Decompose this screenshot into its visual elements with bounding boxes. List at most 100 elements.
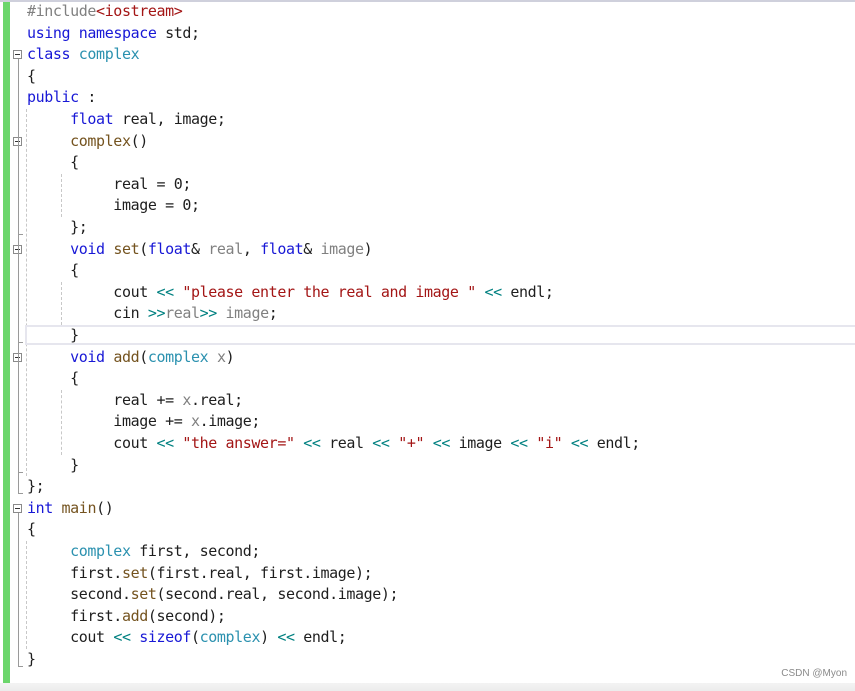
code-token: x xyxy=(182,390,191,409)
code-token: } xyxy=(27,455,79,474)
code-token: & xyxy=(303,239,321,258)
code-token: first. xyxy=(27,606,122,625)
code-token: image xyxy=(225,304,270,323)
code-token: cout xyxy=(27,282,157,301)
code-token: int xyxy=(27,498,53,517)
code-token: complex xyxy=(78,45,140,64)
code-line[interactable]: cout << "the answer=" << real << "+" << … xyxy=(27,433,640,455)
fold-range-end xyxy=(18,493,23,495)
code-token: real += xyxy=(27,390,183,409)
code-token: << xyxy=(156,434,174,452)
code-line[interactable]: int main() xyxy=(27,498,114,520)
code-token: , xyxy=(242,239,261,258)
watermark: CSDN @Myon⁠ xyxy=(781,668,847,679)
code-token: << xyxy=(277,628,295,647)
code-token: main xyxy=(61,498,97,517)
code-line[interactable]: real = 0; xyxy=(27,174,191,196)
code-line[interactable]: using namespace std; xyxy=(27,23,200,45)
code-token: ) xyxy=(260,628,278,647)
code-token: ) xyxy=(363,239,373,258)
code-token: real xyxy=(320,434,373,452)
code-line[interactable]: complex() xyxy=(27,131,148,153)
code-line[interactable]: #include<iostream> xyxy=(27,1,183,23)
code-line[interactable]: cout << sizeof(complex) << endl; xyxy=(27,627,347,649)
code-token: ( xyxy=(139,347,148,366)
code-line[interactable]: { xyxy=(27,260,79,282)
code-line[interactable]: } xyxy=(27,649,36,671)
code-token: complex xyxy=(199,628,261,647)
code-token: >> xyxy=(147,304,166,323)
code-token: float xyxy=(260,239,304,258)
fold-range-end xyxy=(18,666,23,667)
code-token: << xyxy=(484,282,502,301)
code-line[interactable]: }; xyxy=(27,217,88,239)
code-token: "please enter the real and image " xyxy=(182,282,476,301)
code-token: << xyxy=(510,434,528,452)
code-token: #include xyxy=(27,2,97,20)
code-token: << xyxy=(432,434,451,452)
code-token: x xyxy=(216,347,226,366)
code-token: image xyxy=(450,434,511,452)
code-line[interactable]: } xyxy=(27,325,79,347)
code-token: } xyxy=(27,326,79,344)
code-token: << xyxy=(156,282,174,301)
code-token: class xyxy=(27,45,71,64)
code-token: first, second; xyxy=(130,542,261,560)
code-token: real xyxy=(165,304,200,323)
fold-range-line xyxy=(18,253,19,342)
code-editor[interactable]: #include<iostream> using namespace std; cl… xyxy=(0,0,855,691)
code-line[interactable]: { xyxy=(27,152,79,174)
code-token: << xyxy=(303,434,321,452)
code-line[interactable]: real += x.real; xyxy=(27,390,243,412)
current-line-highlight xyxy=(25,325,855,345)
code-line[interactable]: cin >>real>> image; xyxy=(27,303,277,325)
fold-range-end xyxy=(18,234,23,235)
code-line[interactable]: float real, image; xyxy=(27,109,226,131)
code-line[interactable]: image += x.image; xyxy=(27,411,260,433)
code-token: set xyxy=(130,585,157,604)
code-line[interactable]: complex first, second; xyxy=(27,541,260,563)
code-line[interactable]: second.set(second.real, second.image); xyxy=(27,584,398,606)
code-line[interactable]: first.set(first.real, first.image); xyxy=(27,563,373,585)
code-token: cin xyxy=(27,304,148,323)
code-line[interactable]: image = 0; xyxy=(27,195,200,217)
code-token: set xyxy=(121,563,148,582)
code-token: set xyxy=(113,239,140,258)
code-line[interactable]: class complex xyxy=(27,44,140,66)
code-line[interactable]: }; xyxy=(27,476,45,498)
code-token: } xyxy=(27,650,36,668)
code-token: cout xyxy=(27,628,114,647)
code-token: namespace xyxy=(78,23,157,42)
code-line[interactable]: { xyxy=(27,519,36,541)
fold-range-line xyxy=(18,512,19,666)
code-token: ( xyxy=(191,628,200,647)
code-token: { xyxy=(27,153,79,172)
code-line[interactable]: } xyxy=(27,455,79,477)
code-line[interactable]: { xyxy=(27,66,36,88)
code-line[interactable]: public : xyxy=(27,87,96,109)
code-line[interactable]: first.add(second); xyxy=(27,606,226,628)
fold-collapse-icon[interactable] xyxy=(13,503,22,513)
code-token: first. xyxy=(27,563,122,582)
code-line[interactable]: void add(complex x) xyxy=(27,347,234,369)
code-token: image xyxy=(320,239,365,258)
code-line[interactable]: cout << "please enter the real and image… xyxy=(27,282,554,304)
code-token: & xyxy=(191,239,209,258)
code-token: (first.real, first.image); xyxy=(147,563,373,582)
fold-collapse-icon[interactable] xyxy=(13,50,22,60)
code-line[interactable]: void set(float& real, float& image) xyxy=(27,239,373,261)
code-token: <iostream> xyxy=(96,2,183,20)
code-token: (second.real, second.image); xyxy=(156,585,399,604)
code-line[interactable]: { xyxy=(27,368,79,390)
